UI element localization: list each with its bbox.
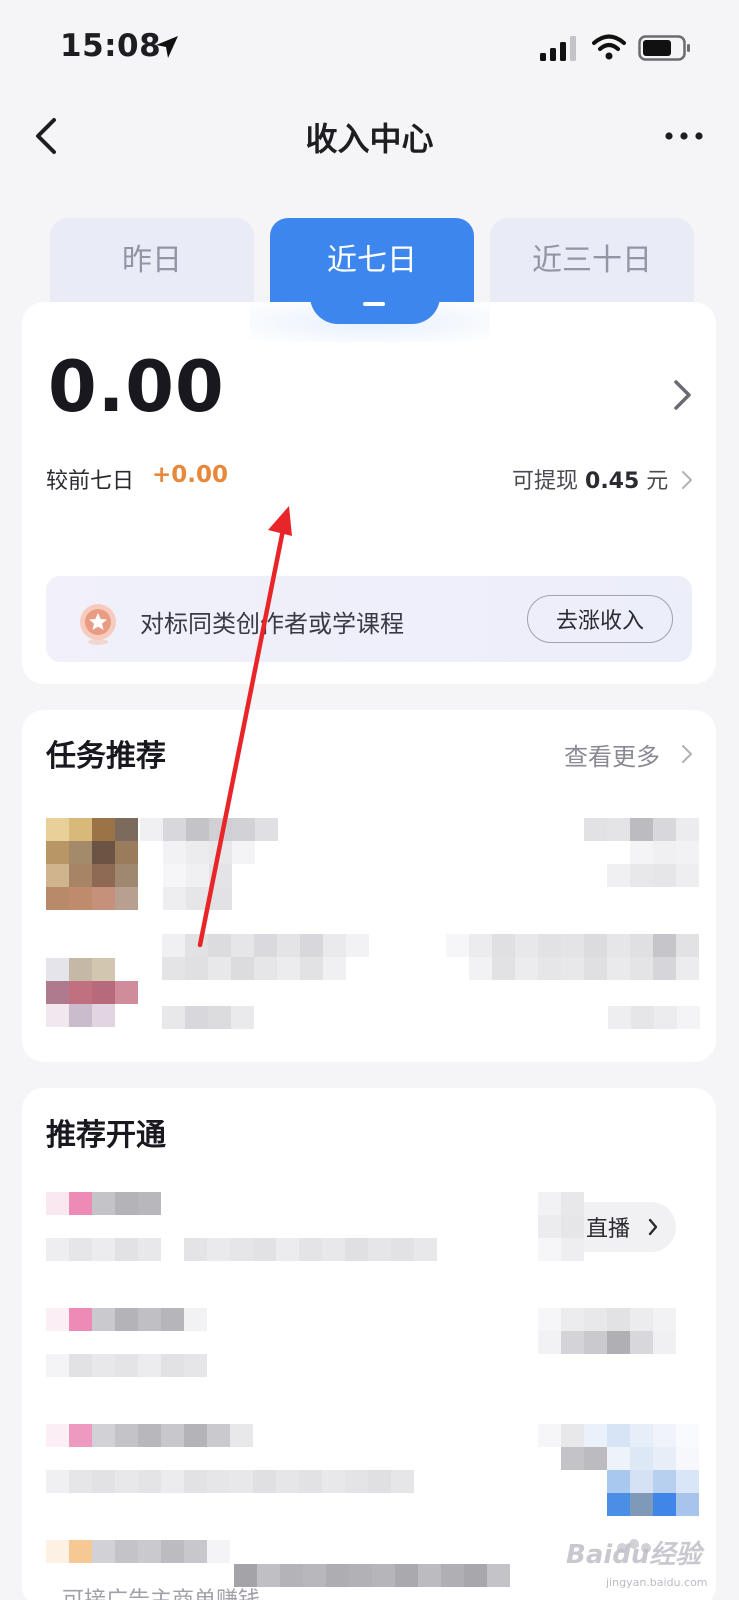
watermark-text: Baidu经验	[566, 1540, 702, 1570]
medal-icon	[80, 604, 116, 645]
status-time: 15:08	[60, 28, 162, 64]
recommend-item-title-mosaic	[46, 1424, 253, 1447]
compare-value: +0.00	[152, 462, 229, 488]
recommend-item-action-mosaic[interactable]	[538, 1424, 699, 1516]
task-subtitle-mosaic	[162, 1006, 254, 1029]
promo-text: 对标同类创作者或学课程	[140, 610, 404, 638]
task-reward-mosaic	[584, 818, 699, 887]
task-title-mosaic	[140, 818, 278, 910]
tab-last-30-days[interactable]: 近三十日	[490, 218, 694, 306]
recommend-item-title-mosaic	[46, 1540, 230, 1563]
tab-yesterday[interactable]: 昨日	[50, 218, 254, 306]
recommend-item-desc-mosaic	[46, 1238, 437, 1261]
recommend-item-desc-mosaic	[46, 1470, 414, 1493]
recommend-item-desc: 可接广告主商单赚钱	[62, 1582, 260, 1600]
task-subtitle-mosaic	[608, 1006, 700, 1029]
see-more-link[interactable]: 查看更多	[564, 737, 660, 772]
more-options-icon[interactable]	[664, 130, 704, 142]
recommend-item-title-mosaic	[46, 1192, 161, 1215]
withdrawable-amount[interactable]: 可提现 0.45 元	[512, 463, 668, 495]
wifi-icon	[592, 34, 626, 60]
recommend-item-action-mosaic[interactable]	[538, 1308, 676, 1354]
live-chevron-icon	[648, 1218, 658, 1236]
recommend-item-desc-mosaic	[234, 1564, 510, 1587]
recommend-item-desc-mosaic	[46, 1354, 207, 1377]
recommend-item-title-mosaic	[46, 1308, 207, 1331]
recommend-section-title: 推荐开通	[46, 1118, 166, 1153]
nav-bar: 收入中心	[0, 96, 739, 176]
location-arrow-icon	[156, 36, 178, 58]
task-section-title: 任务推荐	[46, 739, 166, 774]
see-more-chevron-icon[interactable]	[681, 744, 693, 764]
tab-last-7-days[interactable]: 近七日	[270, 218, 474, 306]
page-title: 收入中心	[305, 120, 434, 158]
active-tab-indicator	[363, 302, 385, 306]
cellular-signal-icon	[540, 36, 576, 61]
task-reward-mosaic	[446, 934, 699, 980]
live-label: 直播	[586, 1217, 631, 1242]
watermark-url: jingyan.baidu.com	[606, 1576, 708, 1589]
active-tab-notch	[310, 296, 440, 324]
compare-label: 较前七日	[46, 469, 135, 494]
withdraw-label: 可提现	[512, 469, 579, 494]
income-amount[interactable]: 0.00	[48, 346, 225, 428]
battery-icon	[638, 35, 690, 61]
withdraw-value: 0.45	[585, 469, 640, 494]
boost-income-button[interactable]: 去涨收入	[527, 595, 673, 643]
live-label-mosaic	[538, 1192, 584, 1261]
task-title-mosaic	[162, 934, 369, 980]
withdraw-chevron-icon[interactable]	[681, 470, 693, 490]
status-bar: 15:08	[0, 0, 739, 96]
task-thumbnail[interactable]	[46, 818, 138, 910]
income-detail-chevron-icon[interactable]	[672, 378, 694, 412]
withdraw-unit: 元	[646, 469, 669, 494]
task-thumbnail[interactable]	[46, 958, 138, 1027]
